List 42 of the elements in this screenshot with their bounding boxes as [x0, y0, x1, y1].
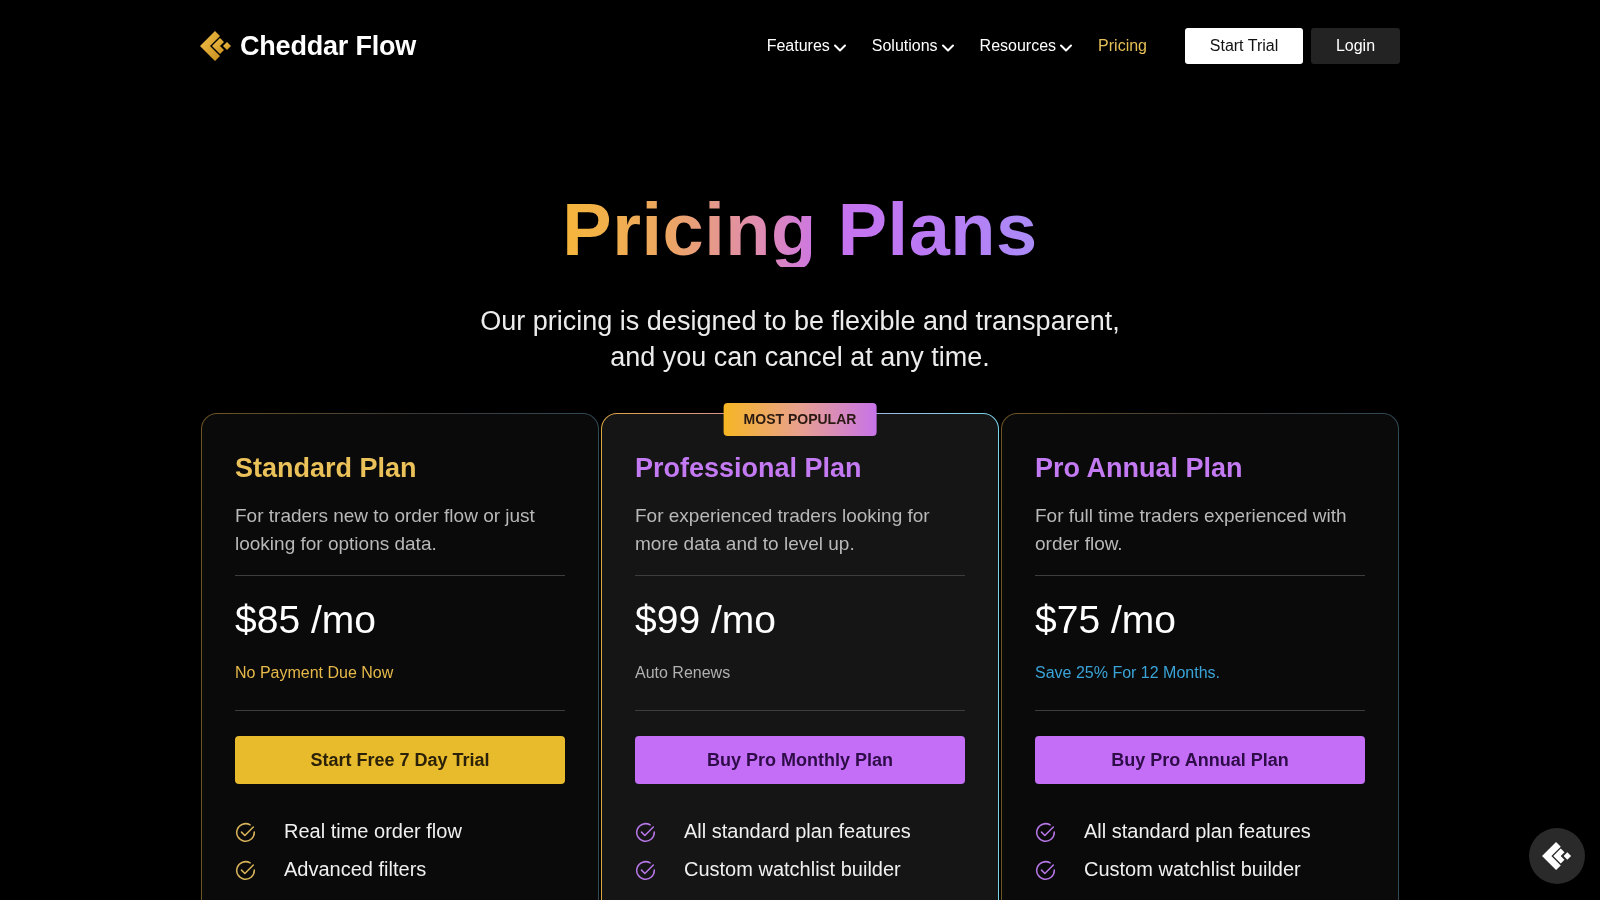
nav-button[interactable]: Start Trial [1185, 28, 1303, 64]
check-circle-icon [635, 822, 656, 843]
feature-text: All standard plan features [1084, 819, 1311, 843]
chevron-down-icon [941, 43, 954, 52]
check-circle-icon [1035, 860, 1056, 881]
feature-text: Real time order flow [284, 819, 462, 843]
chevron-down-icon [833, 43, 846, 52]
chevron-logo-icon [200, 30, 232, 62]
check-circle-icon [635, 860, 656, 881]
nav-link[interactable]: Resources [979, 37, 1073, 55]
feature-text: Custom watchlist builder [1084, 857, 1301, 881]
popular-badge: MOST POPULAR [723, 403, 877, 436]
plan-button[interactable]: Buy Pro Monthly Plan [635, 736, 965, 784]
feature-text: Custom watchlist builder [684, 857, 901, 881]
floating-logo-button[interactable] [1529, 828, 1585, 884]
logo-link[interactable]: Cheddar Flow [200, 30, 417, 62]
nav-link[interactable]: Features [766, 37, 846, 55]
plan-button[interactable]: Start Free 7 Day Trial [235, 736, 565, 784]
chevron-logo-icon [1542, 841, 1572, 871]
plan-button[interactable]: Buy Pro Annual Plan [1035, 736, 1365, 784]
nav-link[interactable]: Solutions [871, 37, 954, 55]
plan-description: For experienced traders looking for more data and to level up. [635, 504, 931, 556]
plan-title: Standard Plan [235, 452, 418, 485]
plan-description: For full time traders experienced with order flow. [1035, 504, 1348, 556]
nav-button[interactable]: Login [1311, 28, 1400, 64]
check-circle-icon [235, 822, 256, 843]
plan-title: Professional Plan [635, 452, 863, 485]
plan-price: $85 /mo [235, 598, 377, 642]
plan-description: For traders new to order flow or just looking for options data. [235, 504, 536, 556]
page-subtitle: Our pricing is designed to be flexible and transparent, and you can cancel at any time. [479, 305, 1121, 374]
plan-note: Auto Renews [635, 663, 732, 683]
plan-note: No Payment Due Now [235, 663, 395, 683]
chevron-down-icon [1060, 43, 1073, 52]
check-circle-icon [1035, 822, 1056, 843]
plan-title: Pro Annual Plan [1035, 452, 1244, 485]
plan-note: Save 25% For 12 Months. [1035, 663, 1221, 683]
nav-link[interactable]: Pricing [1098, 37, 1147, 55]
feature-text: All standard plan features [684, 819, 911, 843]
plan-price: $99 /mo [635, 598, 777, 642]
plan-price: $75 /mo [1035, 598, 1177, 642]
check-circle-icon [235, 860, 256, 881]
feature-text: Advanced filters [284, 857, 427, 881]
